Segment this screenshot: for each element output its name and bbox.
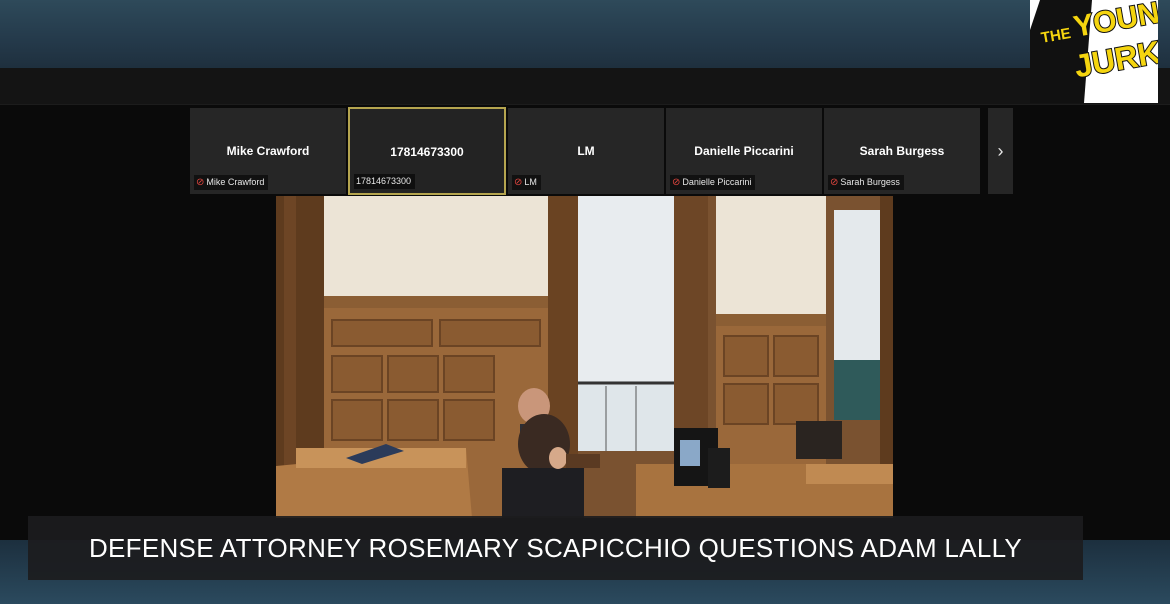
participant-label: 17814673300 xyxy=(354,174,416,189)
participant-name: Sarah Burgess xyxy=(859,144,945,158)
participant-tile-mike-crawford[interactable]: Mike Crawford ⊘ Mike Crawford xyxy=(190,108,346,194)
participant-label: ⊘ Sarah Burgess xyxy=(828,175,904,190)
main-video-feed xyxy=(276,196,893,518)
muted-mic-icon: ⊘ xyxy=(196,176,205,188)
participant-tile-danielle-piccarini[interactable]: Danielle Piccarini ⊘ Danielle Piccarini xyxy=(666,108,822,194)
participant-name: Danielle Piccarini xyxy=(694,144,794,158)
caption-text: DEFENSE ATTORNEY ROSEMARY SCAPICCHIO QUE… xyxy=(88,532,1023,563)
participant-label-text: 17814673300 xyxy=(356,176,412,186)
participant-label-text: Sarah Burgess xyxy=(840,177,900,187)
participant-tile-17814673300[interactable]: 17814673300 17814673300 xyxy=(348,107,506,195)
participant-label: ⊘ Danielle Piccarini xyxy=(670,175,756,190)
participant-name: Mike Crawford xyxy=(226,144,310,158)
muted-mic-icon: ⊘ xyxy=(514,176,523,188)
participant-label-text: Mike Crawford xyxy=(206,177,265,187)
stream-top-background xyxy=(0,0,1170,70)
meeting-toolbar xyxy=(0,68,1170,105)
participant-tile-lm[interactable]: LM ⊘ LM xyxy=(508,108,664,194)
next-participants-button[interactable]: › xyxy=(988,108,1013,194)
participant-name: 17814673300 xyxy=(390,145,464,159)
courtroom-scene xyxy=(276,196,893,518)
participant-label: ⊘ Mike Crawford xyxy=(194,175,269,190)
participant-label: ⊘ LM xyxy=(512,175,541,190)
participant-tile-sarah-burgess[interactable]: Sarah Burgess ⊘ Sarah Burgess xyxy=(824,108,980,194)
muted-mic-icon: ⊘ xyxy=(830,176,839,188)
participant-name: LM xyxy=(577,144,595,158)
caption-bar: DEFENSE ATTORNEY ROSEMARY SCAPICCHIO QUE… xyxy=(28,516,1083,580)
the-young-jurks-logo: THE YOUNG JURKS xyxy=(1030,0,1158,103)
participant-label-text: LM xyxy=(524,177,537,187)
participant-label-text: Danielle Piccarini xyxy=(682,177,752,187)
logo-graphic: THE YOUNG JURKS xyxy=(1030,0,1158,103)
muted-mic-icon: ⊘ xyxy=(672,176,681,188)
chevron-right-icon: › xyxy=(997,140,1004,161)
